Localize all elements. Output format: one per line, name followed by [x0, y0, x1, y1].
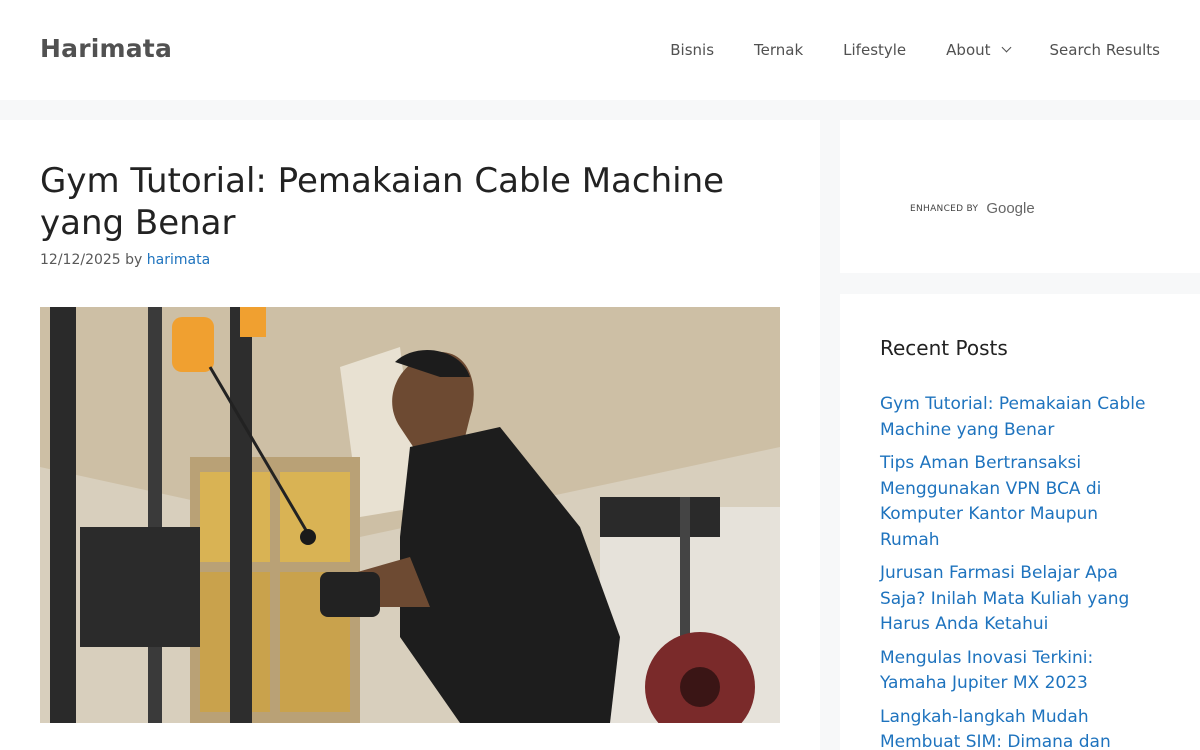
article-by-label: by: [125, 252, 143, 268]
recent-posts-title: Recent Posts: [880, 336, 1008, 360]
article-author-link[interactable]: harimata: [147, 252, 210, 268]
nav-item-about-label: About: [946, 41, 991, 59]
nav-item-lifestyle[interactable]: Lifestyle: [843, 41, 906, 59]
recent-post-link[interactable]: Gym Tutorial: Pemakaian Cable Machine ya…: [880, 394, 1145, 440]
article-title: Gym Tutorial: Pemakaian Cable Machine ya…: [40, 161, 725, 243]
recent-post-link[interactable]: Tips Aman Bertransaksi Menggunakan VPN B…: [880, 453, 1101, 550]
google-logo: Google: [986, 200, 1035, 217]
nav-item-ternak[interactable]: Ternak: [754, 41, 803, 59]
nav-item-bisnis[interactable]: Bisnis: [670, 41, 714, 59]
list-item: Langkah-langkah Mudah Membuat SIM: Diman…: [880, 705, 1160, 750]
main-navigation: Bisnis Ternak Lifestyle About Search Res…: [630, 0, 1160, 100]
article-date: 12/12/2025: [40, 252, 121, 268]
list-item: Gym Tutorial: Pemakaian Cable Machine ya…: [880, 392, 1160, 443]
article-content: Gym Tutorial: Pemakaian Cable Machine ya…: [0, 120, 820, 750]
search-widget: ENHANCED BY Google: [840, 120, 1200, 273]
recent-post-link[interactable]: Mengulas Inovasi Terkini: Yamaha Jupiter…: [880, 648, 1093, 694]
nav-item-search-results[interactable]: Search Results: [1050, 41, 1160, 59]
chevron-down-icon[interactable]: [1001, 42, 1011, 53]
enhanced-by-label: ENHANCED BY: [910, 203, 979, 214]
recent-post-link[interactable]: Jurusan Farmasi Belajar Apa Saja? Inilah…: [880, 563, 1129, 634]
recent-posts-list: Gym Tutorial: Pemakaian Cable Machine ya…: [880, 392, 1160, 750]
google-branding[interactable]: ENHANCED BY Google: [910, 200, 1035, 217]
gym-photo-illustration: [40, 307, 780, 723]
site-header: Harimata Bisnis Ternak Lifestyle About S…: [0, 0, 1200, 100]
featured-image: [40, 307, 780, 723]
list-item: Tips Aman Bertransaksi Menggunakan VPN B…: [880, 451, 1160, 553]
site-title-link[interactable]: Harimata: [40, 34, 172, 63]
nav-item-about[interactable]: About: [946, 41, 1011, 59]
recent-posts-widget: Recent Posts Gym Tutorial: Pemakaian Cab…: [840, 294, 1200, 750]
article-meta: 12/12/2025 by harimata: [40, 252, 210, 268]
list-item: Jurusan Farmasi Belajar Apa Saja? Inilah…: [880, 561, 1160, 638]
list-item: Mengulas Inovasi Terkini: Yamaha Jupiter…: [880, 646, 1160, 697]
recent-post-link[interactable]: Langkah-langkah Mudah Membuat SIM: Diman…: [880, 707, 1111, 750]
